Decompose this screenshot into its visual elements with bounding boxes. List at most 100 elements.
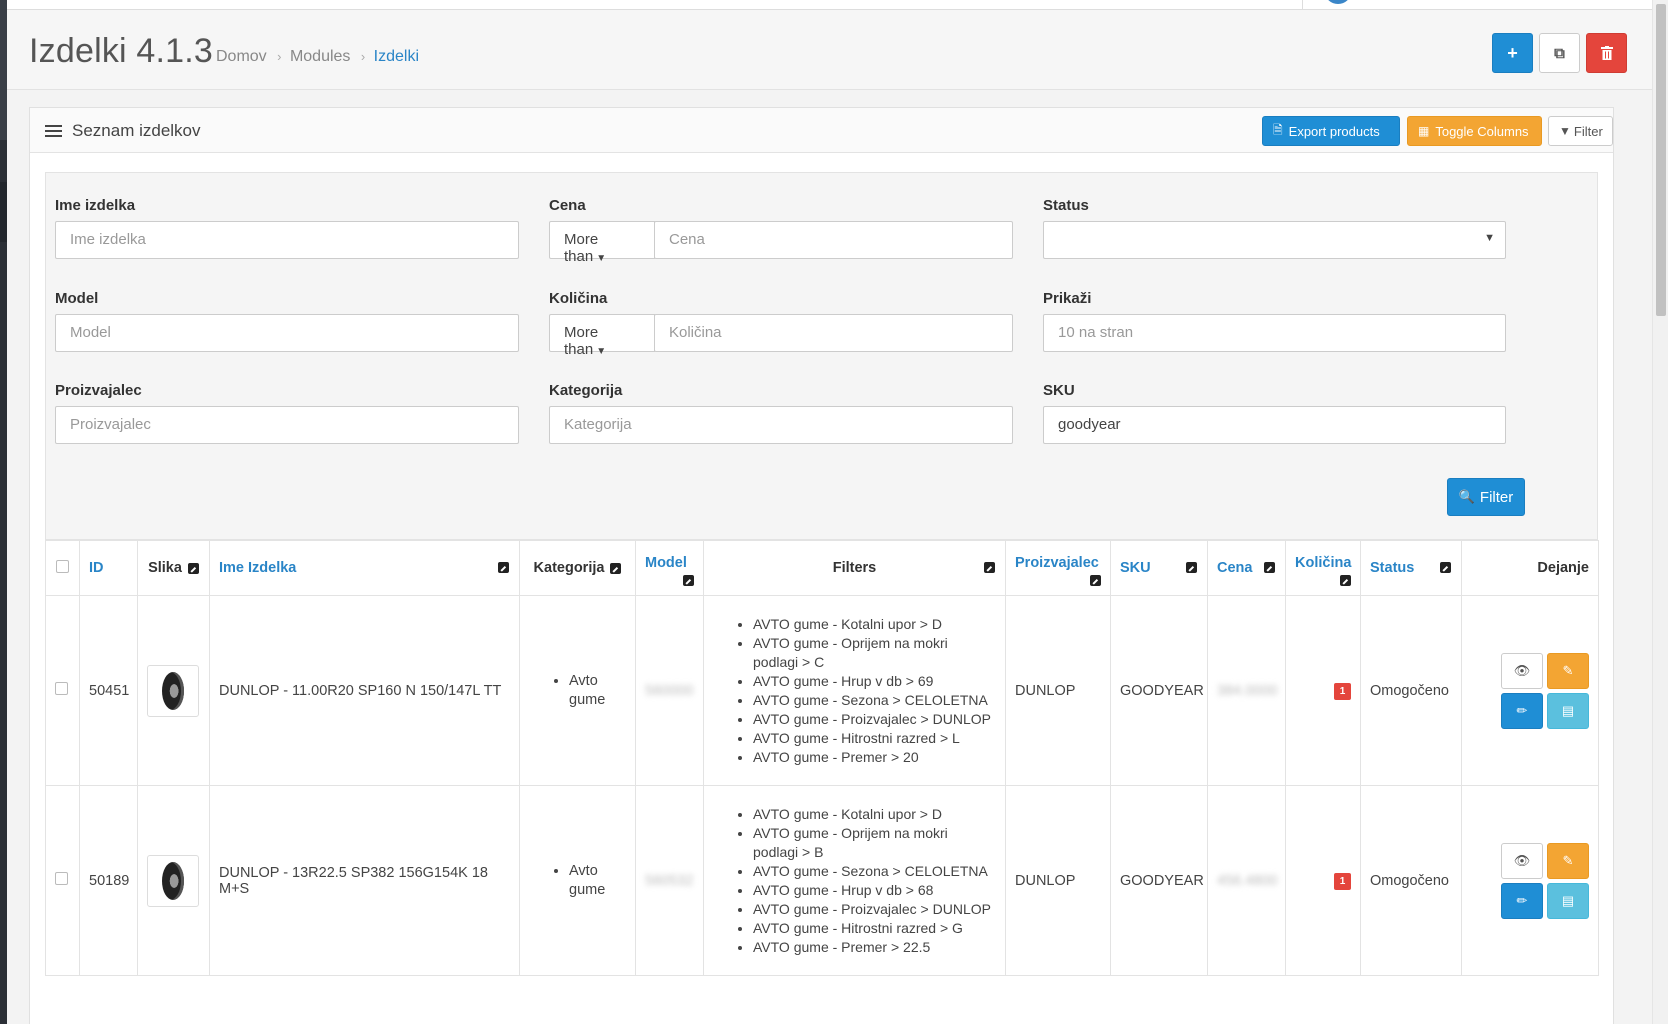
filter-category-input[interactable]: Kategorija <box>549 406 1013 444</box>
filter-item: AVTO gume - Hrup v db > 69 <box>753 672 996 691</box>
copy-icon: ⧉ <box>1554 44 1565 62</box>
col-header-price[interactable]: Cena <box>1207 540 1286 596</box>
edit-column-icon[interactable] <box>1440 562 1451 573</box>
page-title: Izdelki 4.1.3 <box>29 32 214 70</box>
product-thumbnail[interactable] <box>147 664 199 717</box>
cell-sku: GOODYEAR <box>1110 785 1208 976</box>
filter-item: AVTO gume - Oprijem na mokri podlagi > B <box>753 824 996 862</box>
toggle-columns-button[interactable]: ▦ Toggle Columns <box>1407 116 1542 146</box>
edit-column-icon[interactable] <box>1264 562 1275 573</box>
filter-toggle-button[interactable]: ▼ Filter <box>1548 116 1613 146</box>
filter-price-input[interactable]: Cena <box>654 221 1013 259</box>
edit-column-icon[interactable] <box>683 575 694 586</box>
col-header-name[interactable]: Ime Izdelka <box>209 540 520 596</box>
filter-label-show: Prikaži <box>1043 290 1092 307</box>
col-header-name-label: Ime Izdelka <box>219 560 297 576</box>
edit-button[interactable]: ✏ <box>1501 692 1543 729</box>
filter-sku-input[interactable]: goodyear <box>1043 406 1506 444</box>
filter-name-input[interactable]: Ime izdelka <box>55 221 519 259</box>
filter-label-sku: SKU <box>1043 382 1075 399</box>
filter-manufacturer-input[interactable]: Proizvajalec <box>55 406 519 444</box>
cell-name: DUNLOP - 11.00R20 SP160 N 150/147L TT <box>209 595 520 786</box>
col-header-image-label: Slika <box>148 560 182 576</box>
col-header-quantity-label: Količina <box>1295 555 1352 571</box>
breadcrumb-modules[interactable]: Modules <box>290 48 350 65</box>
breadcrumb-separator: › <box>360 49 366 64</box>
col-header-status[interactable]: Status <box>1360 540 1462 596</box>
col-header-model[interactable]: Model <box>635 540 704 596</box>
filter-submit-button[interactable]: 🔍 Filter <box>1447 478 1525 516</box>
price-operator-dropdown[interactable]: More than ▼ <box>549 221 655 265</box>
cell-id: 50451 <box>79 595 138 786</box>
quick-edit-button[interactable]: ✎ <box>1547 842 1589 879</box>
row-checkbox[interactable] <box>55 872 68 885</box>
row-select-cell <box>45 595 80 786</box>
col-header-category: Kategorija <box>519 540 636 596</box>
page-scrollbar[interactable] <box>1652 0 1668 1024</box>
pencil-icon: ✏ <box>1516 702 1528 718</box>
quick-edit-button[interactable]: ✎ <box>1547 652 1589 689</box>
cell-price: 384.0000 <box>1207 595 1286 786</box>
price-operator-label: More than <box>564 231 599 265</box>
edit-column-icon[interactable] <box>1340 575 1351 586</box>
filter-form: Ime izdelka Ime izdelka Cena More than ▼ … <box>45 172 1598 540</box>
breadcrumb-home[interactable]: Domov <box>216 48 267 65</box>
filter-show-input[interactable]: 10 na stran <box>1043 314 1506 352</box>
col-header-sku[interactable]: SKU <box>1110 540 1208 596</box>
filter-toggle-label: Filter <box>1573 123 1603 139</box>
panel-heading: Seznam izdelkov 🗎 Export products ▦ Toggle… <box>30 108 1613 153</box>
details-button[interactable]: ▤ <box>1547 692 1589 729</box>
col-header-quantity[interactable]: Količina <box>1285 540 1361 596</box>
col-header-manufacturer-label: Proizvajalec <box>1015 555 1099 571</box>
panel-title: Seznam izdelkov <box>45 121 201 141</box>
select-all-checkbox[interactable] <box>56 559 69 573</box>
model-value-blurred: 560532 <box>645 872 694 889</box>
edit-column-icon[interactable] <box>1186 562 1197 573</box>
toggle-columns-label: Toggle Columns <box>1435 123 1529 139</box>
edit-column-icon[interactable] <box>498 562 509 573</box>
filter-item: AVTO gume - Premer > 22.5 <box>753 938 996 957</box>
product-list-panel: Seznam izdelkov 🗎 Export products ▦ Toggle… <box>29 107 1614 1024</box>
details-button[interactable]: ▤ <box>1547 882 1589 919</box>
edit-column-icon[interactable] <box>187 562 199 574</box>
table-icon: ▦ <box>1418 124 1430 138</box>
cell-actions: 👁 ✎ ✏ ▤ <box>1461 785 1599 976</box>
delete-button[interactable] <box>1586 33 1627 73</box>
export-products-button[interactable]: 🗎 Export products <box>1262 116 1400 146</box>
quantity-operator-dropdown[interactable]: More than ▼ <box>549 314 655 358</box>
cell-category: Avto gume <box>519 785 636 976</box>
col-header-id[interactable]: ID <box>79 540 138 596</box>
filter-item: AVTO gume - Proizvajalec > DUNLOP <box>753 900 996 919</box>
table-header-row: ID Slika Ime Izdelka Kategorija Model Fi… <box>45 540 1599 596</box>
filter-status-select[interactable]: ▼ <box>1043 221 1506 259</box>
edit-column-icon[interactable] <box>984 562 995 573</box>
breadcrumb-products[interactable]: Izdelki <box>374 48 419 65</box>
scrollbar-thumb[interactable] <box>1656 4 1666 316</box>
view-button[interactable]: 👁 <box>1501 842 1543 879</box>
model-value-blurred: 560000 <box>645 682 694 699</box>
edit-column-icon[interactable] <box>1090 575 1101 586</box>
page-header: Izdelki 4.1.3 Domov › Modules › Izdelki … <box>7 10 1652 90</box>
row-checkbox[interactable] <box>55 682 68 695</box>
edit-square-icon: ✎ <box>1562 852 1574 868</box>
edit-button[interactable]: ✏ <box>1501 882 1543 919</box>
col-header-sku-label: SKU <box>1120 560 1151 576</box>
add-product-button[interactable]: + <box>1492 33 1533 73</box>
col-header-manufacturer[interactable]: Proizvajalec <box>1005 540 1111 596</box>
eye-icon: 👁 <box>1513 852 1531 868</box>
col-header-actions-label: Dejanje <box>1537 560 1589 576</box>
col-header-actions: Dejanje <box>1461 540 1599 596</box>
product-thumbnail[interactable] <box>147 854 199 907</box>
quantity-badge: 1 <box>1334 872 1351 890</box>
filter-model-input[interactable]: Model <box>55 314 519 352</box>
edit-column-icon[interactable] <box>610 562 622 574</box>
view-button[interactable]: 👁 <box>1501 652 1543 689</box>
avatar[interactable] <box>1325 0 1351 4</box>
filter-quantity-input[interactable]: Količina <box>654 314 1013 352</box>
cell-manufacturer: DUNLOP <box>1005 595 1111 786</box>
col-header-category-label: Kategorija <box>533 560 605 576</box>
col-header-status-label: Status <box>1370 560 1415 576</box>
left-sidebar-edge <box>0 0 7 1024</box>
cell-quantity: 1 <box>1285 785 1361 976</box>
copy-button[interactable]: ⧉ <box>1539 33 1580 73</box>
